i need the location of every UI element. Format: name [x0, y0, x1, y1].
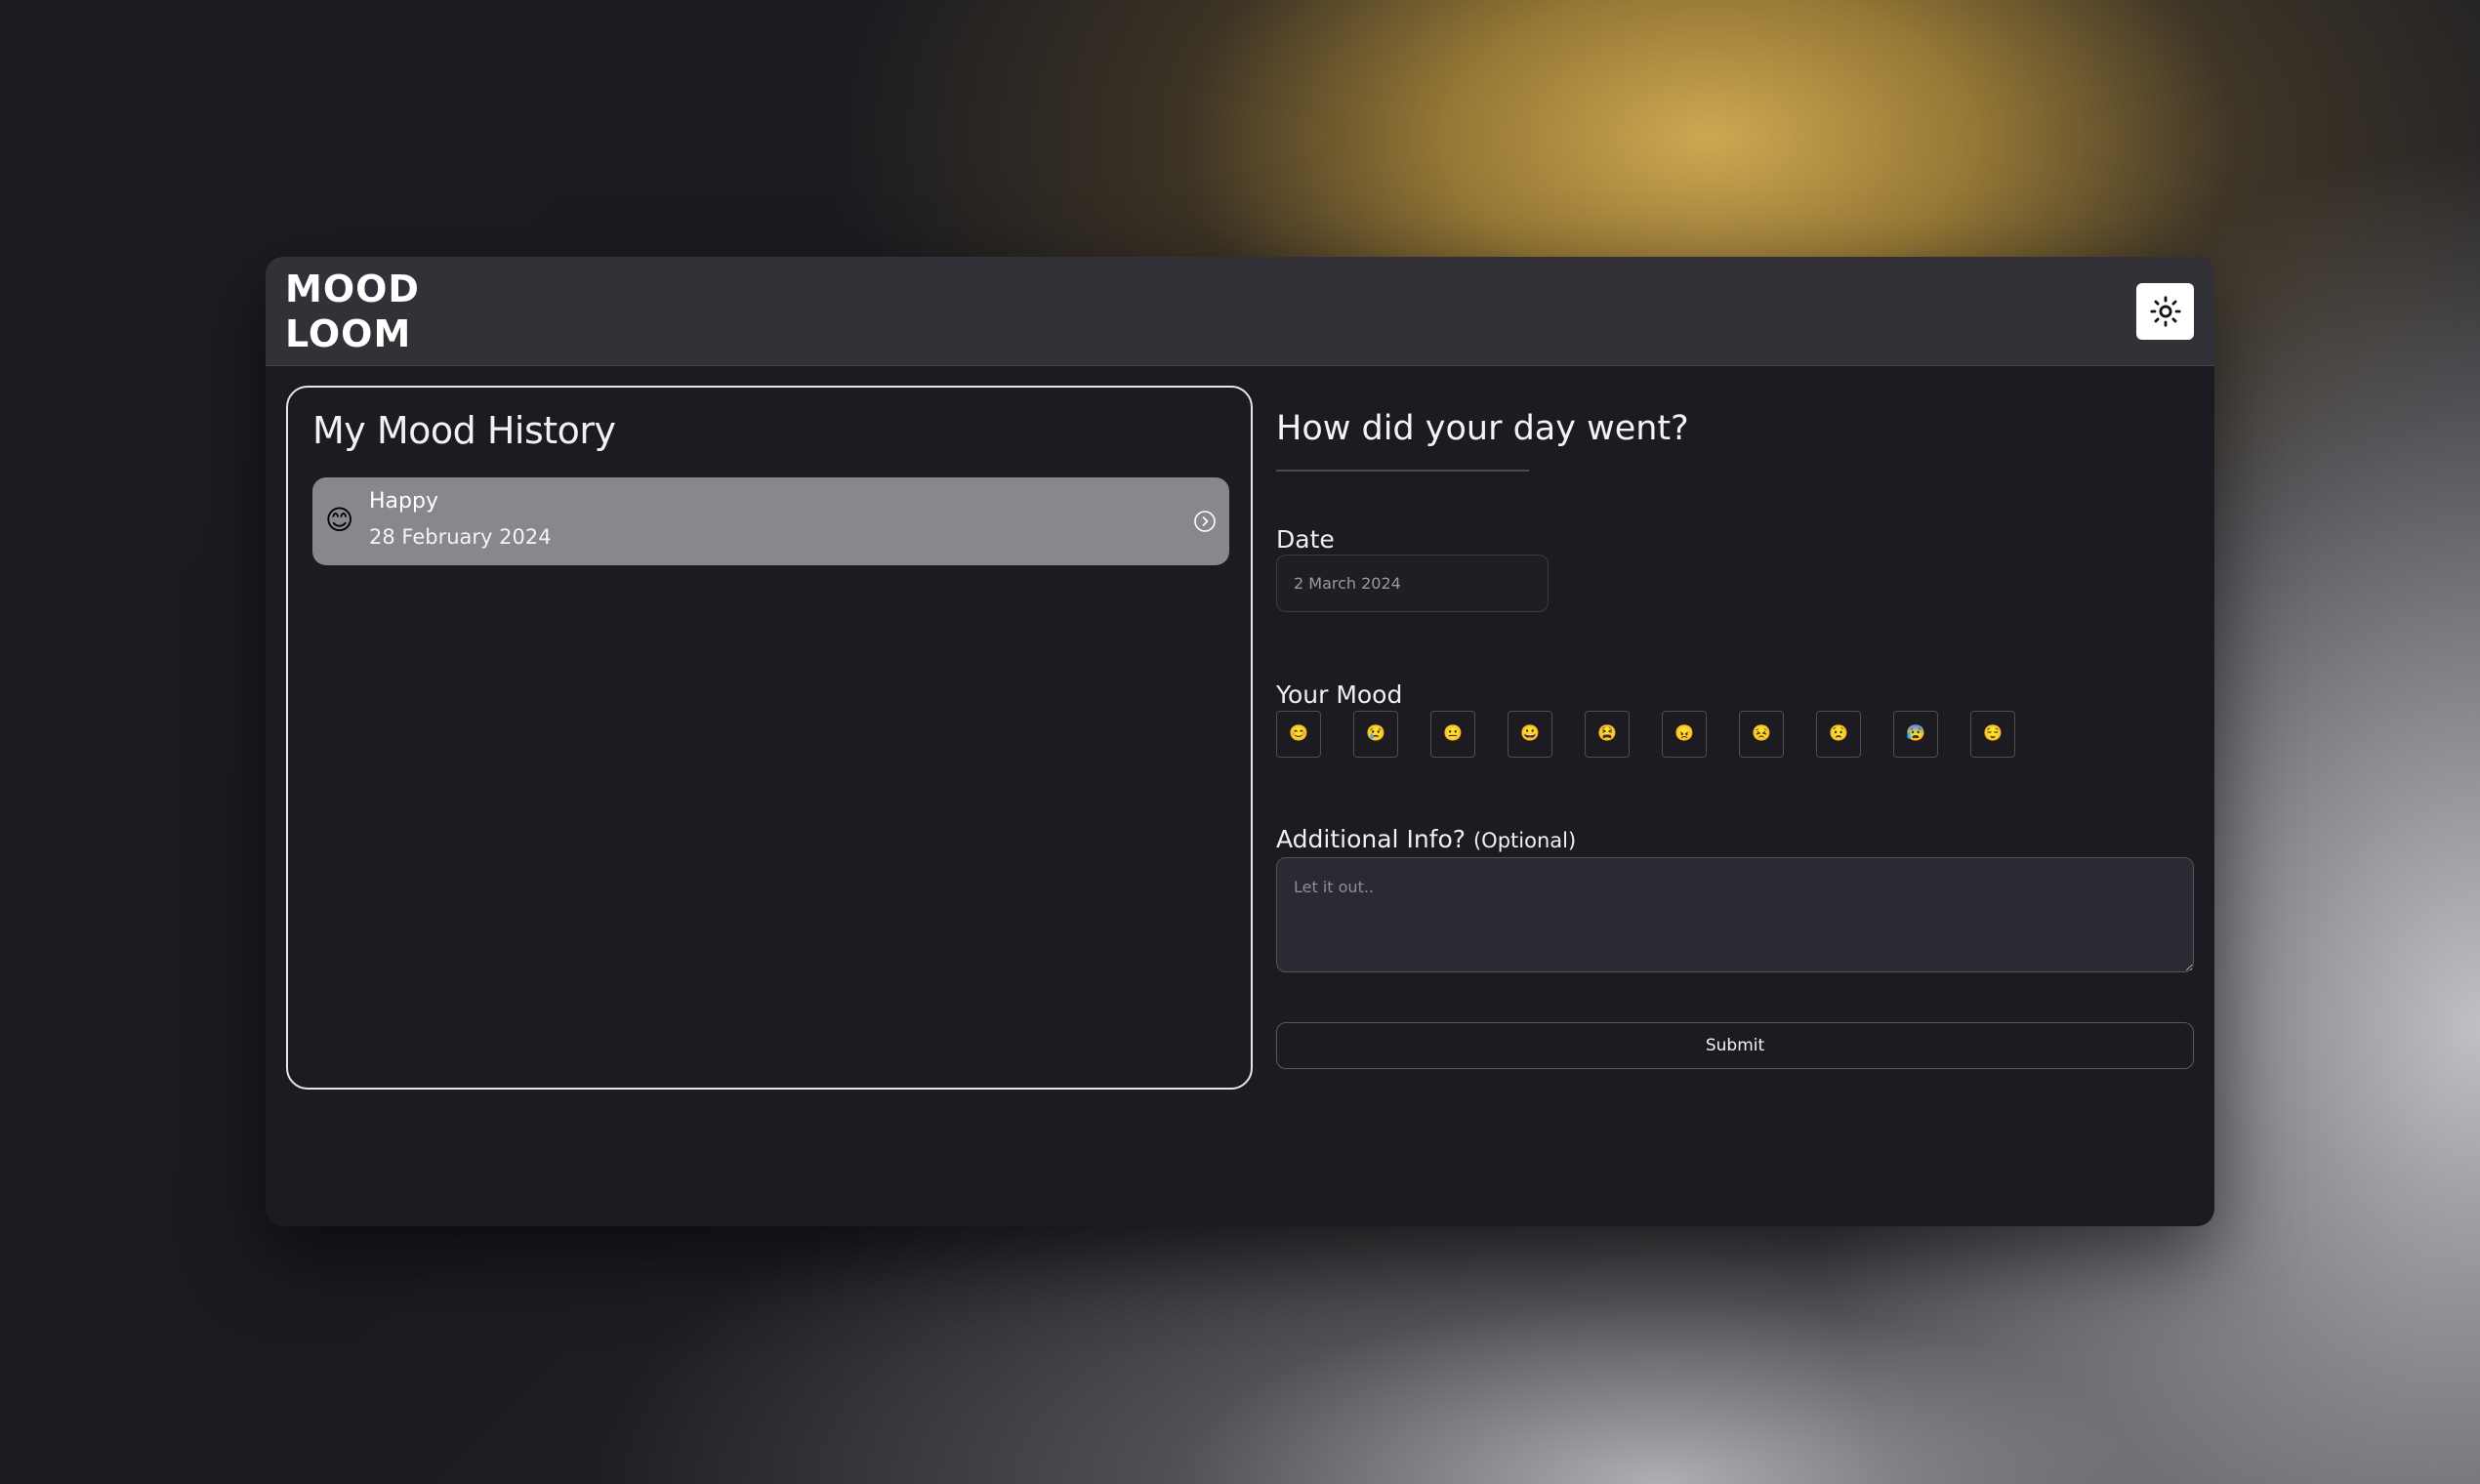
app-header: MOOD LOOM — [266, 257, 2214, 366]
additional-info-textarea[interactable] — [1276, 857, 2194, 972]
theme-toggle-button[interactable] — [2136, 283, 2194, 340]
history-item-date: 28 February 2024 — [369, 525, 552, 549]
form-title: How did your day went? — [1276, 409, 1689, 448]
app-window: MOOD LOOM My Mood History 😊 Happy 28 Feb… — [266, 257, 2214, 1226]
history-list-item[interactable]: 😊 Happy 28 February 2024 — [312, 477, 1229, 565]
date-label: Date — [1276, 525, 1335, 554]
optional-hint: (Optional) — [1472, 829, 1577, 852]
app-logo: MOOD LOOM — [285, 268, 420, 355]
title-divider — [1276, 470, 1529, 472]
mood-option-happy[interactable]: 😊 — [1276, 711, 1321, 758]
mood-option-anxious[interactable]: 😰 — [1893, 711, 1938, 758]
mood-option-worried[interactable]: 😟 — [1816, 711, 1861, 758]
submit-button[interactable]: Submit — [1276, 1022, 2194, 1069]
mood-option-sad[interactable]: 😢 — [1353, 711, 1398, 758]
mood-history-panel: My Mood History 😊 Happy 28 February 2024 — [286, 386, 1253, 1090]
mood-option-stressed[interactable]: 😣 — [1739, 711, 1784, 758]
history-item-mood: Happy — [369, 489, 438, 514]
sun-icon — [2149, 295, 2182, 328]
mood-selector: 😊 😢 😐 😀 😫 😠 😣 😟 😰 😌 — [1276, 711, 2195, 758]
mood-option-excited[interactable]: 😀 — [1508, 711, 1552, 758]
additional-info-label: Additional Info? (Optional) — [1276, 825, 1576, 853]
happy-emoji-icon: 😊 — [325, 504, 354, 536]
mood-history-title: My Mood History — [312, 409, 616, 452]
date-input[interactable] — [1276, 555, 1549, 612]
mood-label: Your Mood — [1276, 680, 1403, 709]
mood-option-tired[interactable]: 😫 — [1585, 711, 1630, 758]
chevron-right-circle-icon[interactable] — [1193, 510, 1217, 533]
mood-option-angry[interactable]: 😠 — [1662, 711, 1707, 758]
additional-info-label-text: Additional Info? — [1276, 825, 1467, 853]
mood-option-neutral[interactable]: 😐 — [1430, 711, 1475, 758]
mood-option-calm[interactable]: 😌 — [1970, 711, 2015, 758]
